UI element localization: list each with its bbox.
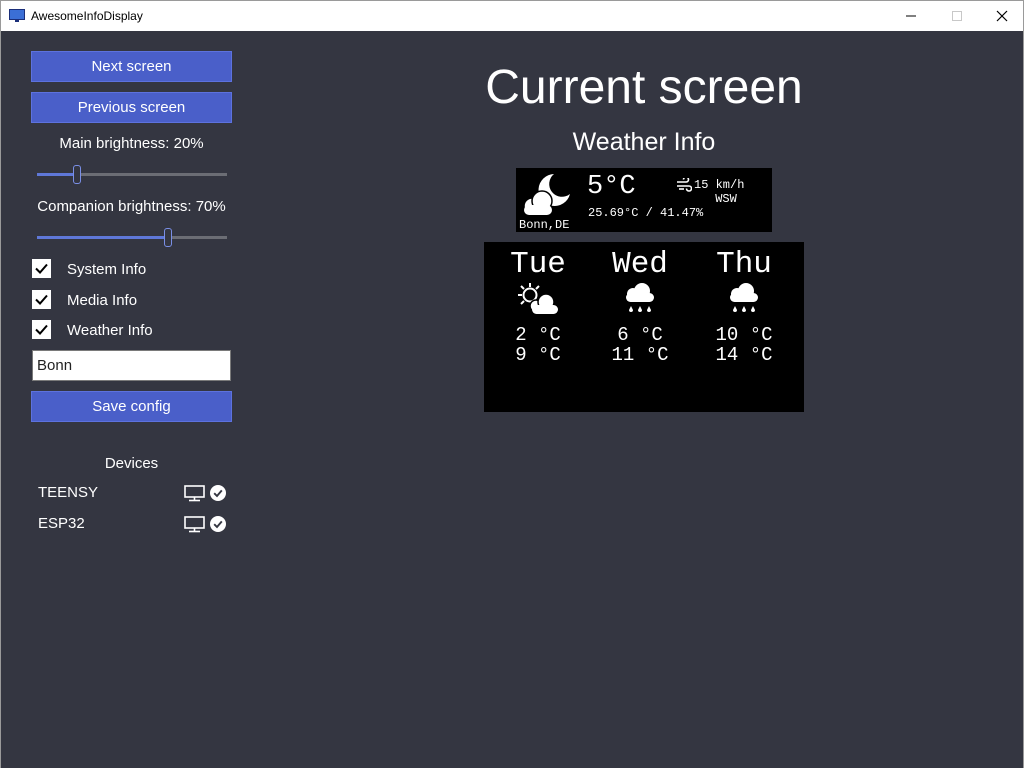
devices-heading: Devices: [104, 455, 159, 472]
weather-info-checkbox[interactable]: [32, 320, 51, 339]
forecast-day-name: Tue: [510, 247, 566, 282]
sun-cloud-icon: [518, 283, 558, 314]
monitor-app-icon: [9, 9, 25, 22]
minimize-button[interactable]: [888, 1, 934, 31]
media-info-checkbox[interactable]: [32, 290, 51, 309]
wind-icon: [677, 178, 692, 192]
forecast-high: 9 °C: [515, 344, 561, 366]
maximize-button[interactable]: [934, 1, 980, 31]
forecast-low: 6 °C: [617, 324, 663, 346]
checkmark-icon: [35, 324, 48, 335]
main-brightness-thumb[interactable]: [73, 165, 82, 184]
companion-display: 5°C 15 km/h WSW 25.69°C / 41.47% Bonn,DE: [516, 168, 772, 232]
checkmark-icon: [35, 263, 48, 274]
current-temperature: 5°C: [587, 172, 636, 202]
screen-name: Weather Info: [572, 128, 716, 156]
companion-brightness-label: Companion brightness: 70%: [37, 198, 226, 215]
close-icon: [996, 10, 1008, 22]
app-content: Next screen Previous screen Main brightn…: [0, 31, 1024, 768]
forecast-day: Wed 6 °C 11 °C: [590, 247, 690, 366]
companion-brightness-slider[interactable]: [37, 228, 227, 247]
device-status: [184, 484, 226, 502]
forecast-day: Thu 10 °C 14 °C: [694, 247, 794, 366]
forecast-high: 14 °C: [715, 344, 773, 366]
media-info-label: Media Info: [67, 292, 138, 309]
wind-speed: 15 km/h: [694, 178, 745, 192]
main-brightness-slider[interactable]: [37, 165, 227, 184]
next-screen-button[interactable]: Next screen: [31, 51, 232, 82]
monitor-icon: [184, 484, 205, 501]
indoor-temp-humidity: 25.69°C / 41.47%: [588, 206, 704, 220]
wind-direction: WSW: [715, 192, 737, 206]
weather-info-label: Weather Info: [67, 322, 153, 339]
forecast-low: 2 °C: [515, 324, 561, 346]
monitor-icon: [184, 515, 205, 532]
companion-brightness-fill: [37, 236, 169, 239]
forecast-day-name: Thu: [716, 247, 772, 282]
window-title: AwesomeInfoDisplay: [31, 9, 143, 23]
device-name: ESP32: [38, 515, 85, 532]
moon-cloud-icon: [523, 174, 570, 215]
minimize-icon: [906, 15, 916, 17]
rain-cloud-icon: [730, 283, 758, 312]
previous-screen-button[interactable]: Previous screen: [31, 92, 232, 123]
companion-brightness-thumb[interactable]: [164, 228, 173, 247]
forecast-low: 10 °C: [715, 324, 773, 346]
location-label: Bonn,DE: [519, 218, 570, 232]
maximize-icon: [952, 11, 962, 21]
title-bar: AwesomeInfoDisplay: [0, 0, 1024, 31]
device-name: TEENSY: [38, 484, 99, 501]
city-input[interactable]: [32, 350, 231, 381]
system-info-checkbox[interactable]: [32, 259, 51, 278]
checkmark-icon: [35, 294, 48, 305]
device-status: [184, 515, 226, 533]
main-brightness-fill: [37, 173, 78, 176]
main-display: Tue 2 °C 9 °C Wed 6 °C 11 °C Thu 10 °C 1…: [484, 242, 804, 412]
forecast-day-name: Wed: [612, 247, 668, 282]
page-title: Current screen: [485, 61, 803, 114]
check-circle-icon: [210, 485, 226, 501]
main-brightness-label: Main brightness: 20%: [59, 135, 204, 152]
forecast-high: 11 °C: [611, 344, 669, 366]
save-config-button[interactable]: Save config: [31, 391, 232, 422]
system-info-label: System Info: [67, 261, 147, 278]
check-circle-icon: [210, 516, 226, 532]
close-button[interactable]: [979, 1, 1024, 31]
rain-cloud-icon: [626, 283, 654, 312]
forecast-day: Tue 2 °C 9 °C: [488, 247, 588, 366]
